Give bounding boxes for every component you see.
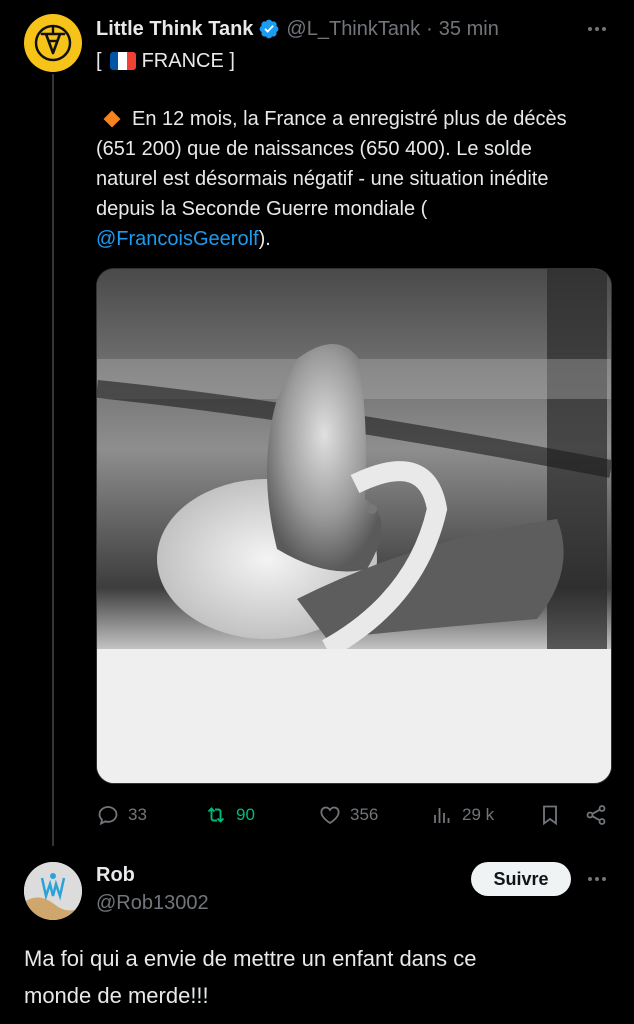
tweet-text-line-1: En 12 mois, la France a enregistré plus … <box>96 104 616 134</box>
tweet-text-line-1-content: En 12 mois, la France a enregistré plus … <box>132 108 567 130</box>
reply-text: Ma foi qui a envie de mettre un enfant d… <box>24 940 614 1014</box>
bookmark-button[interactable] <box>538 800 562 830</box>
share-icon <box>586 805 606 825</box>
tag-label: FRANCE ] <box>141 49 235 72</box>
reply-text-line-1: Ma foi qui a envie de mettre un enfant d… <box>24 946 477 971</box>
retweet-button[interactable]: 90 <box>204 800 255 830</box>
retweet-count: 90 <box>236 805 255 824</box>
orange-diamond-icon <box>103 110 121 128</box>
tweet-text-line-5-suffix: ). <box>258 228 271 250</box>
reply-author-name[interactable]: Rob <box>96 864 135 887</box>
views-count: 29 k <box>462 805 495 824</box>
tweet-text-line-2: (651 200) que de naissances (650 400). L… <box>96 138 532 160</box>
retweet-icon <box>207 807 225 823</box>
reply-button[interactable]: 33 <box>96 800 147 830</box>
tweet-timestamp[interactable]: 35 min <box>439 18 499 41</box>
tweet-text: En 12 mois, la France a enregistré plus … <box>96 104 616 254</box>
author-display-name[interactable]: Little Think Tank <box>96 18 253 41</box>
views-chart-icon <box>434 808 450 823</box>
reply-more-options-icon[interactable] <box>584 866 610 892</box>
views-button[interactable]: 29 k <box>430 800 494 830</box>
author-avatar[interactable] <box>24 14 82 72</box>
like-button[interactable]: 356 <box>318 800 378 830</box>
bookmark-icon <box>543 805 557 826</box>
tweet-header: Little Think Tank @L_ThinkTank · 35 min <box>96 14 499 44</box>
tweet-action-bar: 33 90 356 29 k <box>96 800 610 830</box>
mention-link[interactable]: @FrancoisGeerolf <box>96 228 259 250</box>
follow-button[interactable]: Suivre <box>471 862 571 896</box>
more-options-icon[interactable] <box>584 16 610 42</box>
reply-author-handle[interactable]: @Rob13002 <box>96 892 209 915</box>
reply-text-line-2: monde de merde!!! <box>24 983 209 1008</box>
like-count: 356 <box>350 805 379 824</box>
tweet-photo[interactable] <box>96 268 612 784</box>
tag-open-bracket: [ <box>96 49 102 72</box>
author-handle[interactable]: @L_ThinkTank <box>286 18 420 41</box>
france-flag-icon <box>109 52 136 70</box>
tweet-text-line-3: naturel est désormais négatif - une situ… <box>96 168 549 190</box>
tweet-text-line-5: @FrancoisGeerolf). <box>96 224 616 254</box>
thread-connector-line <box>52 74 54 846</box>
heart-icon <box>320 806 340 825</box>
oil-derrick-logo-icon <box>34 24 72 62</box>
reply-icon <box>98 806 118 826</box>
reply-count: 33 <box>128 805 147 824</box>
separator-dot: · <box>426 17 433 40</box>
country-tag: [ FRANCE ] <box>96 47 235 75</box>
photo-baby-foot-hospital-bracelet <box>97 269 611 783</box>
om-club-crest-icon <box>24 862 82 920</box>
tweet-text-line-4: depuis la Seconde Guerre mondiale ( <box>96 198 428 220</box>
verified-badge-icon <box>258 18 280 40</box>
reply-author-avatar[interactable] <box>24 862 82 920</box>
share-button[interactable] <box>584 800 608 830</box>
